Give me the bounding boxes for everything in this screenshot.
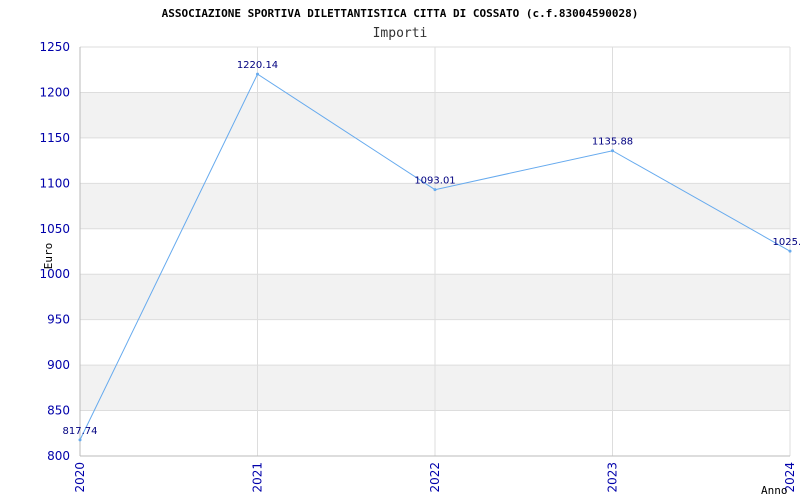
chart-title: ASSOCIAZIONE SPORTIVA DILETTANTISTICA CI… — [162, 7, 639, 20]
data-point — [256, 72, 259, 76]
data-label: 1135.88 — [592, 137, 633, 148]
y-tick-label: 850 — [47, 404, 70, 418]
y-tick-label: 1050 — [39, 222, 70, 236]
data-point — [788, 249, 792, 253]
y-axis-label: Euro — [42, 243, 55, 270]
x-tick-label: 2023 — [606, 462, 620, 493]
y-tick-label: 1200 — [39, 85, 70, 99]
chart-subtitle: Importi — [373, 26, 428, 41]
x-axis-label: Anno — [761, 484, 788, 497]
x-tick-label: 2020 — [73, 462, 87, 493]
y-tick-label: 1250 — [39, 40, 70, 54]
data-label: 1025.4 — [773, 237, 800, 248]
data-label: 817.74 — [63, 426, 98, 437]
y-tick-label: 800 — [47, 449, 70, 463]
data-point — [433, 188, 437, 192]
y-tick-label: 900 — [47, 358, 70, 372]
x-axis-ticks: 2020 2021 2022 2023 2024 — [73, 462, 797, 493]
data-label: 1093.01 — [414, 176, 455, 187]
data-label: 1220.14 — [237, 60, 278, 71]
x-tick-label: 2022 — [428, 462, 442, 493]
line-chart: ASSOCIAZIONE SPORTIVA DILETTANTISTICA CI… — [39, 7, 800, 497]
y-tick-label: 1150 — [39, 131, 70, 145]
data-point — [611, 149, 614, 153]
data-point — [78, 438, 82, 442]
y-tick-label: 1100 — [39, 176, 70, 190]
y-tick-label: 950 — [47, 313, 70, 327]
x-tick-label: 2021 — [251, 462, 265, 493]
